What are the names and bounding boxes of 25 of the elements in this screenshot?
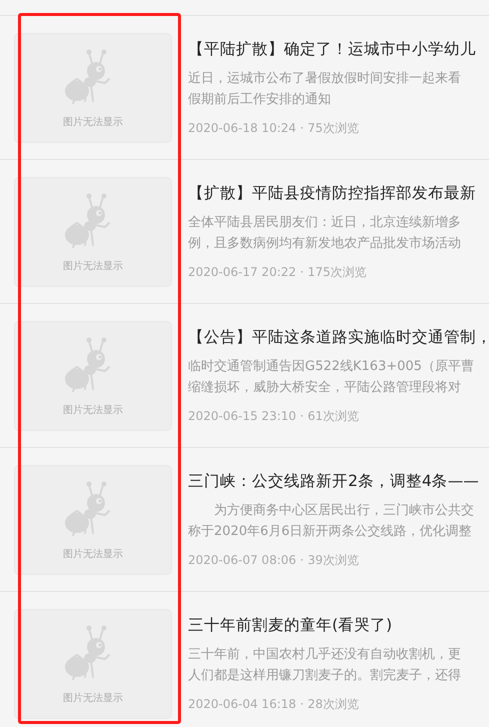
summary-line: 近日，运城市公布了暑假放假时间安排一起来看 — [188, 70, 461, 88]
summary-line: 称于2020年6月6日新开两条公交线路，优化调整 — [188, 522, 472, 540]
article-meta: 2020-06-07 08:06 · 39次浏览 — [188, 552, 359, 568]
placeholder-caption: 图片无法显示 — [63, 404, 123, 416]
article-meta: 2020-06-15 23:10 · 61次浏览 — [188, 408, 359, 424]
placeholder-caption: 图片无法显示 — [63, 548, 123, 560]
placeholder-caption: 图片无法显示 — [63, 116, 123, 128]
summary-line: 例，且多数病例均有新发地农产品批发市场活动 — [188, 234, 461, 252]
summary-line: 假期前后工作安排的通知 — [188, 90, 331, 108]
article-meta: 2020-06-17 20:22 · 175次浏览 — [188, 264, 366, 280]
summary-line: 缩缝损坏，威胁大桥安全，平陆公路管理段将对 — [188, 378, 461, 396]
placeholder-caption: 图片无法显示 — [63, 692, 123, 704]
summary-line: 三十年前，中国农村几乎还没有自动收割机，更 — [188, 646, 461, 664]
summary-line: 全体平陆县居民朋友们：近日，北京连续新增多 — [188, 214, 461, 232]
summary-line: 临时交通管制通告因G522线K163+005（原平曹 — [188, 358, 474, 376]
article-meta: 2020-06-04 16:18 · 28次浏览 — [188, 696, 359, 712]
summary-line: 为方便商务中心区居民出行，三门峡市公共交 — [213, 502, 474, 520]
article-title[interactable]: 【公告】平陆这条道路实施临时交通管制， — [188, 326, 489, 346]
article-meta: 2020-06-18 10:24 · 75次浏览 — [188, 120, 359, 136]
summary-line: 人们都是这样用镰刀割麦子的。割完麦子，还得 — [188, 666, 461, 684]
article-title[interactable]: 三门峡：公交线路新开2条，调整4条—— — [188, 470, 479, 490]
article-title[interactable]: 【平陆扩散】确定了！运城市中小学幼儿 — [188, 38, 476, 58]
article-title[interactable]: 三十年前割麦的童年(看哭了) — [188, 614, 392, 634]
article-title[interactable]: 【扩散】平陆县疫情防控指挥部发布最新 — [188, 182, 476, 202]
placeholder-caption: 图片无法显示 — [63, 260, 123, 272]
